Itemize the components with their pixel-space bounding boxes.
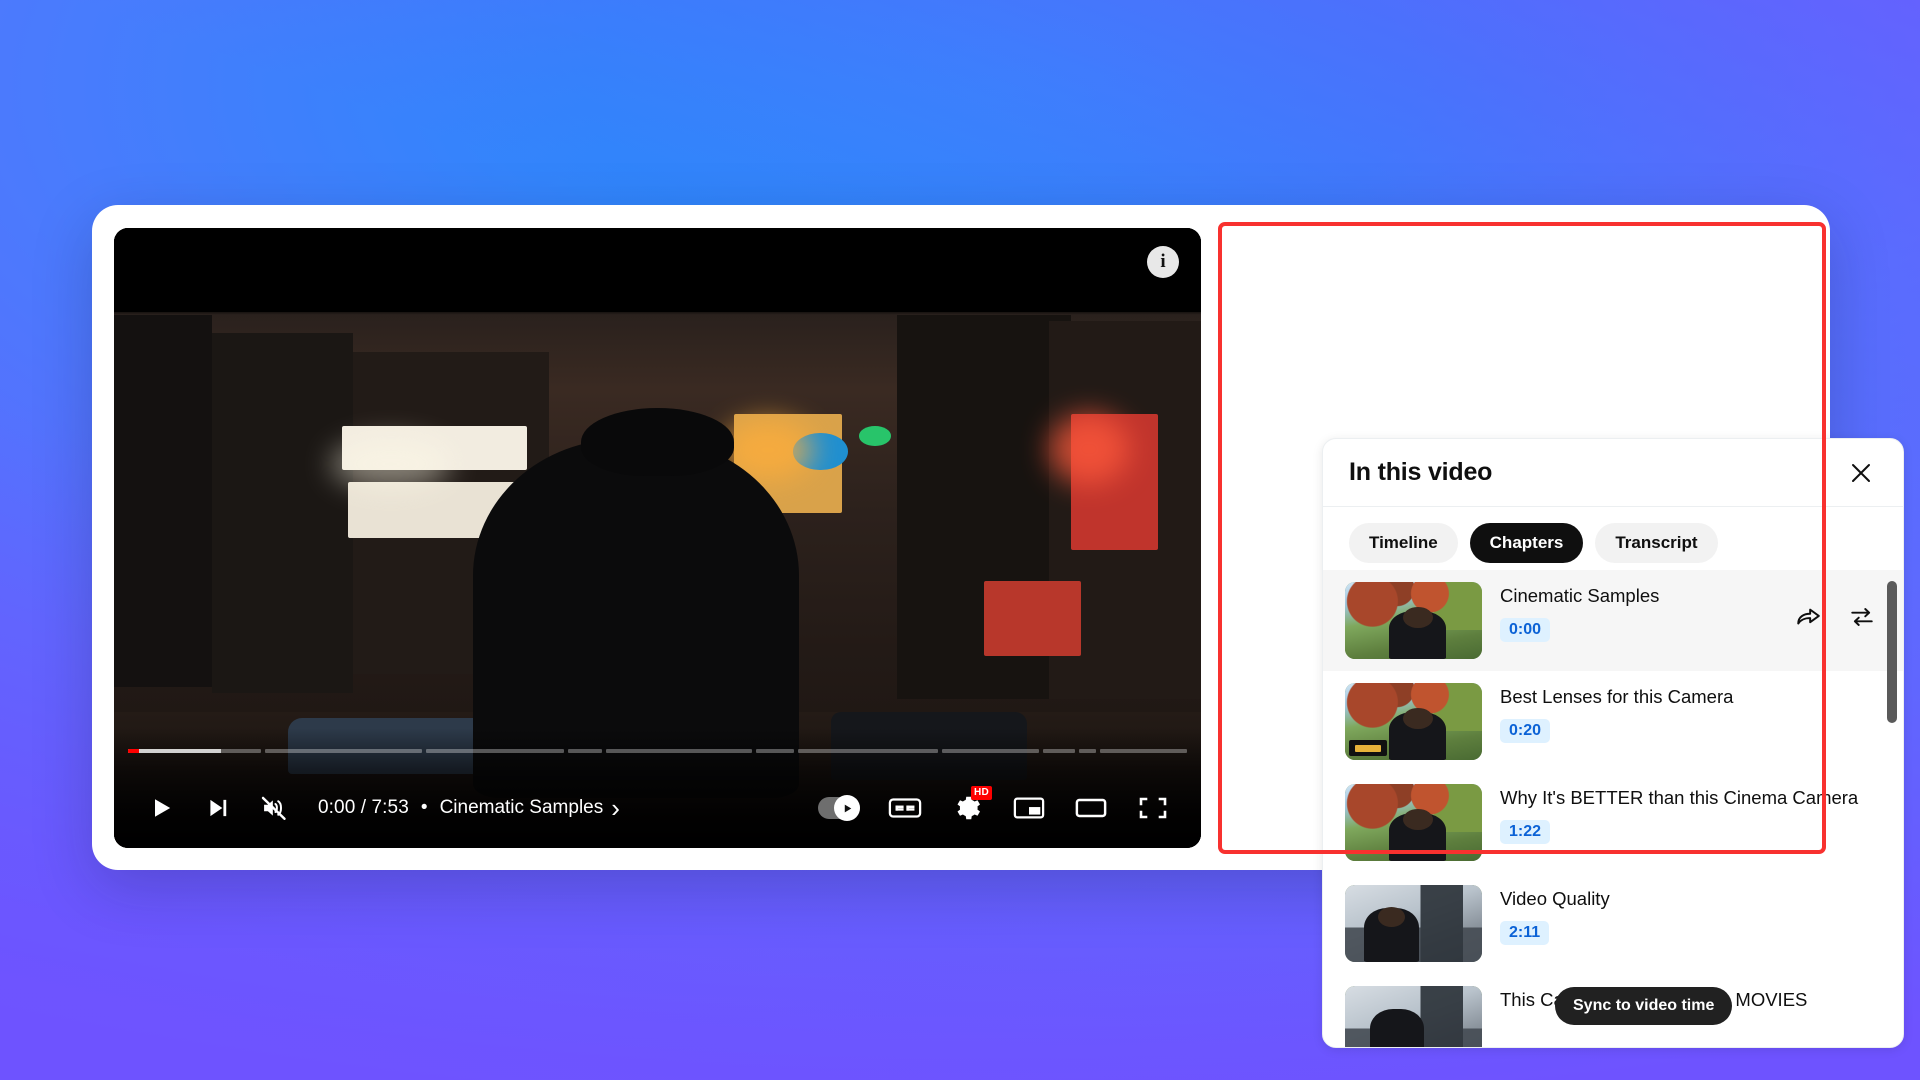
hd-badge: HD — [970, 786, 992, 800]
building — [211, 333, 354, 693]
current-chapter-label: Cinematic Samples — [439, 797, 604, 818]
progress-segment[interactable] — [1078, 749, 1096, 753]
scrollbar-thumb[interactable] — [1887, 581, 1897, 723]
fullscreen-button[interactable] — [1127, 782, 1179, 834]
subject-cap — [581, 407, 734, 476]
neon-glow — [331, 438, 452, 489]
chapter-timestamp[interactable]: 2:11 — [1500, 920, 1550, 945]
progress-segment[interactable] — [755, 749, 794, 753]
captions-button[interactable] — [879, 782, 931, 834]
progress-segment[interactable] — [567, 749, 602, 753]
building — [114, 314, 212, 687]
play-button[interactable] — [136, 782, 188, 834]
settings-button[interactable]: HD — [941, 782, 993, 834]
autoplay-switch[interactable] — [818, 795, 860, 821]
chapter-title: Video Quality — [1500, 888, 1610, 909]
progress-bar[interactable] — [128, 748, 1187, 754]
tooltip: Sync to video time — [1555, 987, 1733, 1025]
chapter-body: Video Quality 2:11 — [1500, 885, 1881, 945]
panel-scrollbar[interactable] — [1887, 581, 1897, 1021]
played-range — [128, 749, 139, 753]
progress-segment[interactable] — [941, 749, 1040, 753]
progress-segment[interactable] — [605, 749, 752, 753]
next-button[interactable] — [192, 782, 244, 834]
billboard — [983, 581, 1082, 656]
progress-segment[interactable] — [1099, 749, 1187, 753]
progress-segment[interactable] — [426, 749, 564, 753]
chapter-thumbnail — [1345, 986, 1482, 1047]
list-item[interactable]: Video Quality 2:11 — [1323, 873, 1903, 974]
close-icon[interactable] — [1841, 453, 1881, 493]
thumb-subject-head — [1377, 906, 1406, 927]
loop-icon[interactable] — [1849, 604, 1875, 630]
mute-button[interactable] — [248, 782, 300, 834]
progress-segment[interactable] — [128, 749, 262, 753]
chevron-right-icon: › — [611, 793, 620, 823]
neon-glow — [1048, 414, 1129, 484]
player-controls: 0:00 / 7:53 • Cinematic Samples › HD — [114, 728, 1201, 848]
info-icon[interactable]: i — [1147, 246, 1179, 278]
miniplayer-button[interactable] — [1003, 782, 1055, 834]
letterbox — [114, 228, 1201, 313]
time-display: 0:00 / 7:53 — [318, 797, 409, 818]
progress-segment[interactable] — [797, 749, 938, 753]
separator-dot: • — [420, 797, 428, 818]
autoplay-knob — [834, 795, 860, 821]
thumb-subject — [1369, 1009, 1425, 1047]
video-player[interactable]: i 0:00 / 7:53 • Cinematic Samples › HD — [114, 228, 1201, 848]
left-controls: 0:00 / 7:53 • Cinematic Samples › — [114, 782, 620, 834]
autoplay-toggle[interactable] — [809, 782, 869, 834]
buffered-range — [128, 749, 222, 753]
progress-segment[interactable] — [1043, 749, 1075, 753]
panel-highlight-box — [1218, 222, 1826, 854]
theater-button[interactable] — [1065, 782, 1117, 834]
progress-segment[interactable] — [265, 749, 423, 753]
control-button-row: 0:00 / 7:53 • Cinematic Samples › HD — [114, 780, 1201, 836]
right-controls: HD — [809, 782, 1201, 834]
current-chapter-link[interactable]: Cinematic Samples › — [440, 795, 620, 821]
chapter-thumbnail — [1345, 885, 1482, 962]
